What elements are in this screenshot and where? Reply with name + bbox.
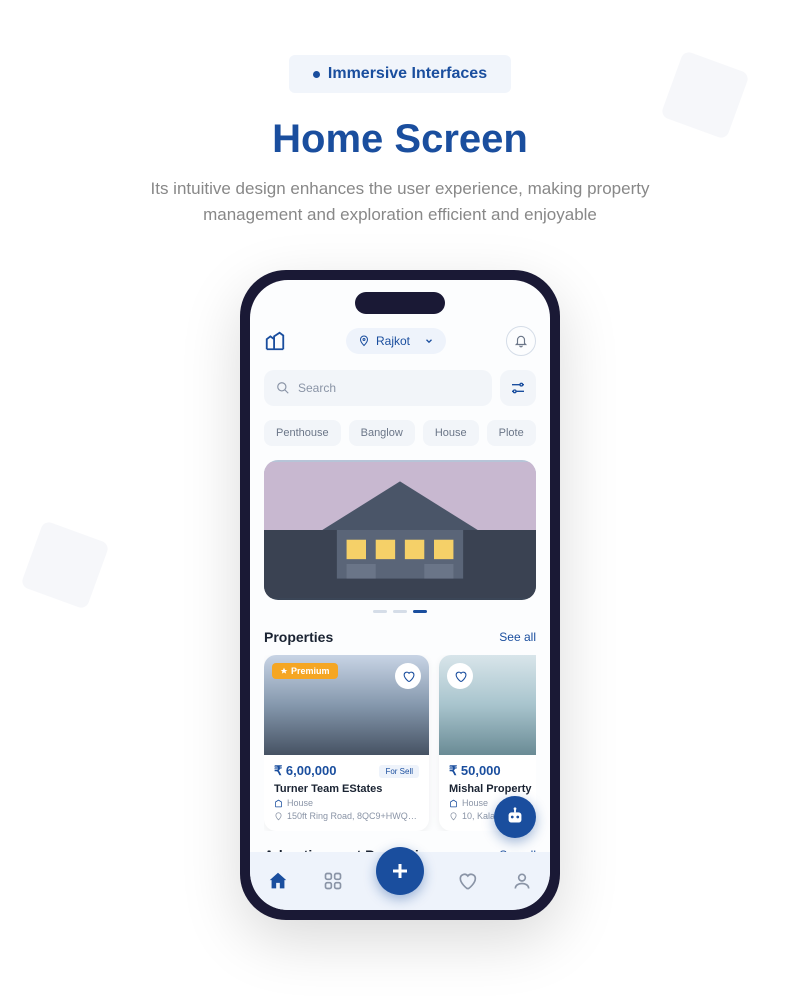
favorite-button[interactable] [395,663,421,689]
search-icon [276,381,290,395]
property-image: Premium [264,655,429,755]
heart-icon [457,871,477,891]
top-bar: Rajkot [264,326,536,356]
hero-carousel[interactable] [264,460,536,600]
bell-icon [514,334,528,348]
chip-plote[interactable]: Plote [487,420,536,446]
user-icon [512,871,532,891]
property-name: Turner Team EStates [274,783,419,795]
search-input[interactable]: Search [264,370,492,406]
app-content: Rajkot Search Penthouse Banglow [250,280,550,910]
grid-icon [323,871,343,891]
chip-penthouse[interactable]: Penthouse [264,420,341,446]
feature-pill: Immersive Interfaces [289,55,511,93]
dot-active[interactable] [413,610,427,613]
heart-icon [402,670,415,683]
category-chips: Penthouse Banglow House Plote Co [264,420,536,446]
pin-icon [274,812,283,821]
location-selector[interactable]: Rajkot [346,328,446,354]
decorative-cube [20,520,110,610]
property-cards: Premium ₹ 6,00,000 For Sell Turner Team … [264,655,536,831]
building-icon [274,799,283,808]
filter-button[interactable] [500,370,536,406]
chevron-down-icon [424,336,434,346]
favorite-button[interactable] [447,663,473,689]
nav-favorites[interactable] [454,868,480,894]
dot[interactable] [393,610,407,613]
property-name: Mishal Property [449,783,536,795]
phone-screen: Rajkot Search Penthouse Banglow [250,280,550,910]
page-subtitle: Its intuitive design enhances the user e… [120,176,680,227]
card-body: ₹ 6,00,000 For Sell Turner Team EStates … [264,755,429,831]
notifications-button[interactable] [506,326,536,356]
phone-notch [355,292,445,314]
property-price: ₹ 6,00,000 [274,763,337,779]
hero-house-illustration [264,460,536,600]
chip-banglow[interactable]: Banglow [349,420,415,446]
location-label: Rajkot [376,334,410,348]
property-card[interactable]: Premium ₹ 6,00,000 For Sell Turner Team … [264,655,429,831]
property-type: House [287,798,313,808]
home-icon [267,870,289,892]
section-title: Properties [264,629,333,645]
phone-frame: Rajkot Search Penthouse Banglow [240,270,560,920]
heart-icon [454,670,467,683]
bottom-nav [250,852,550,910]
app-logo-icon[interactable] [264,330,286,352]
chip-house[interactable]: House [423,420,479,446]
nav-home[interactable] [265,868,291,894]
nav-grid[interactable] [320,868,346,894]
property-price: ₹ 50,000 [449,763,501,779]
page-title: Home Screen [0,117,800,162]
property-tag: For Sell [379,765,419,778]
sliders-icon [510,380,526,396]
premium-badge: Premium [272,663,338,679]
property-address: 150ft Ring Road, 8QC9+HWQ, Kris... [287,811,419,821]
search-row: Search [264,370,536,406]
bullet-icon [313,71,320,78]
chatbot-icon [504,806,526,828]
carousel-dots [264,610,536,613]
property-type: House [462,798,488,808]
pin-icon [449,812,458,821]
dot[interactable] [373,610,387,613]
pill-label: Immersive Interfaces [328,65,487,83]
building-icon [449,799,458,808]
properties-header: Properties See all [264,629,536,645]
see-all-link[interactable]: See all [499,630,536,644]
nav-profile[interactable] [509,868,535,894]
property-image [439,655,536,755]
crown-icon [280,667,288,675]
plus-icon [388,859,412,883]
search-placeholder: Search [298,381,336,395]
add-fab[interactable] [376,847,424,895]
chat-fab[interactable] [494,796,536,838]
pin-icon [358,335,370,347]
